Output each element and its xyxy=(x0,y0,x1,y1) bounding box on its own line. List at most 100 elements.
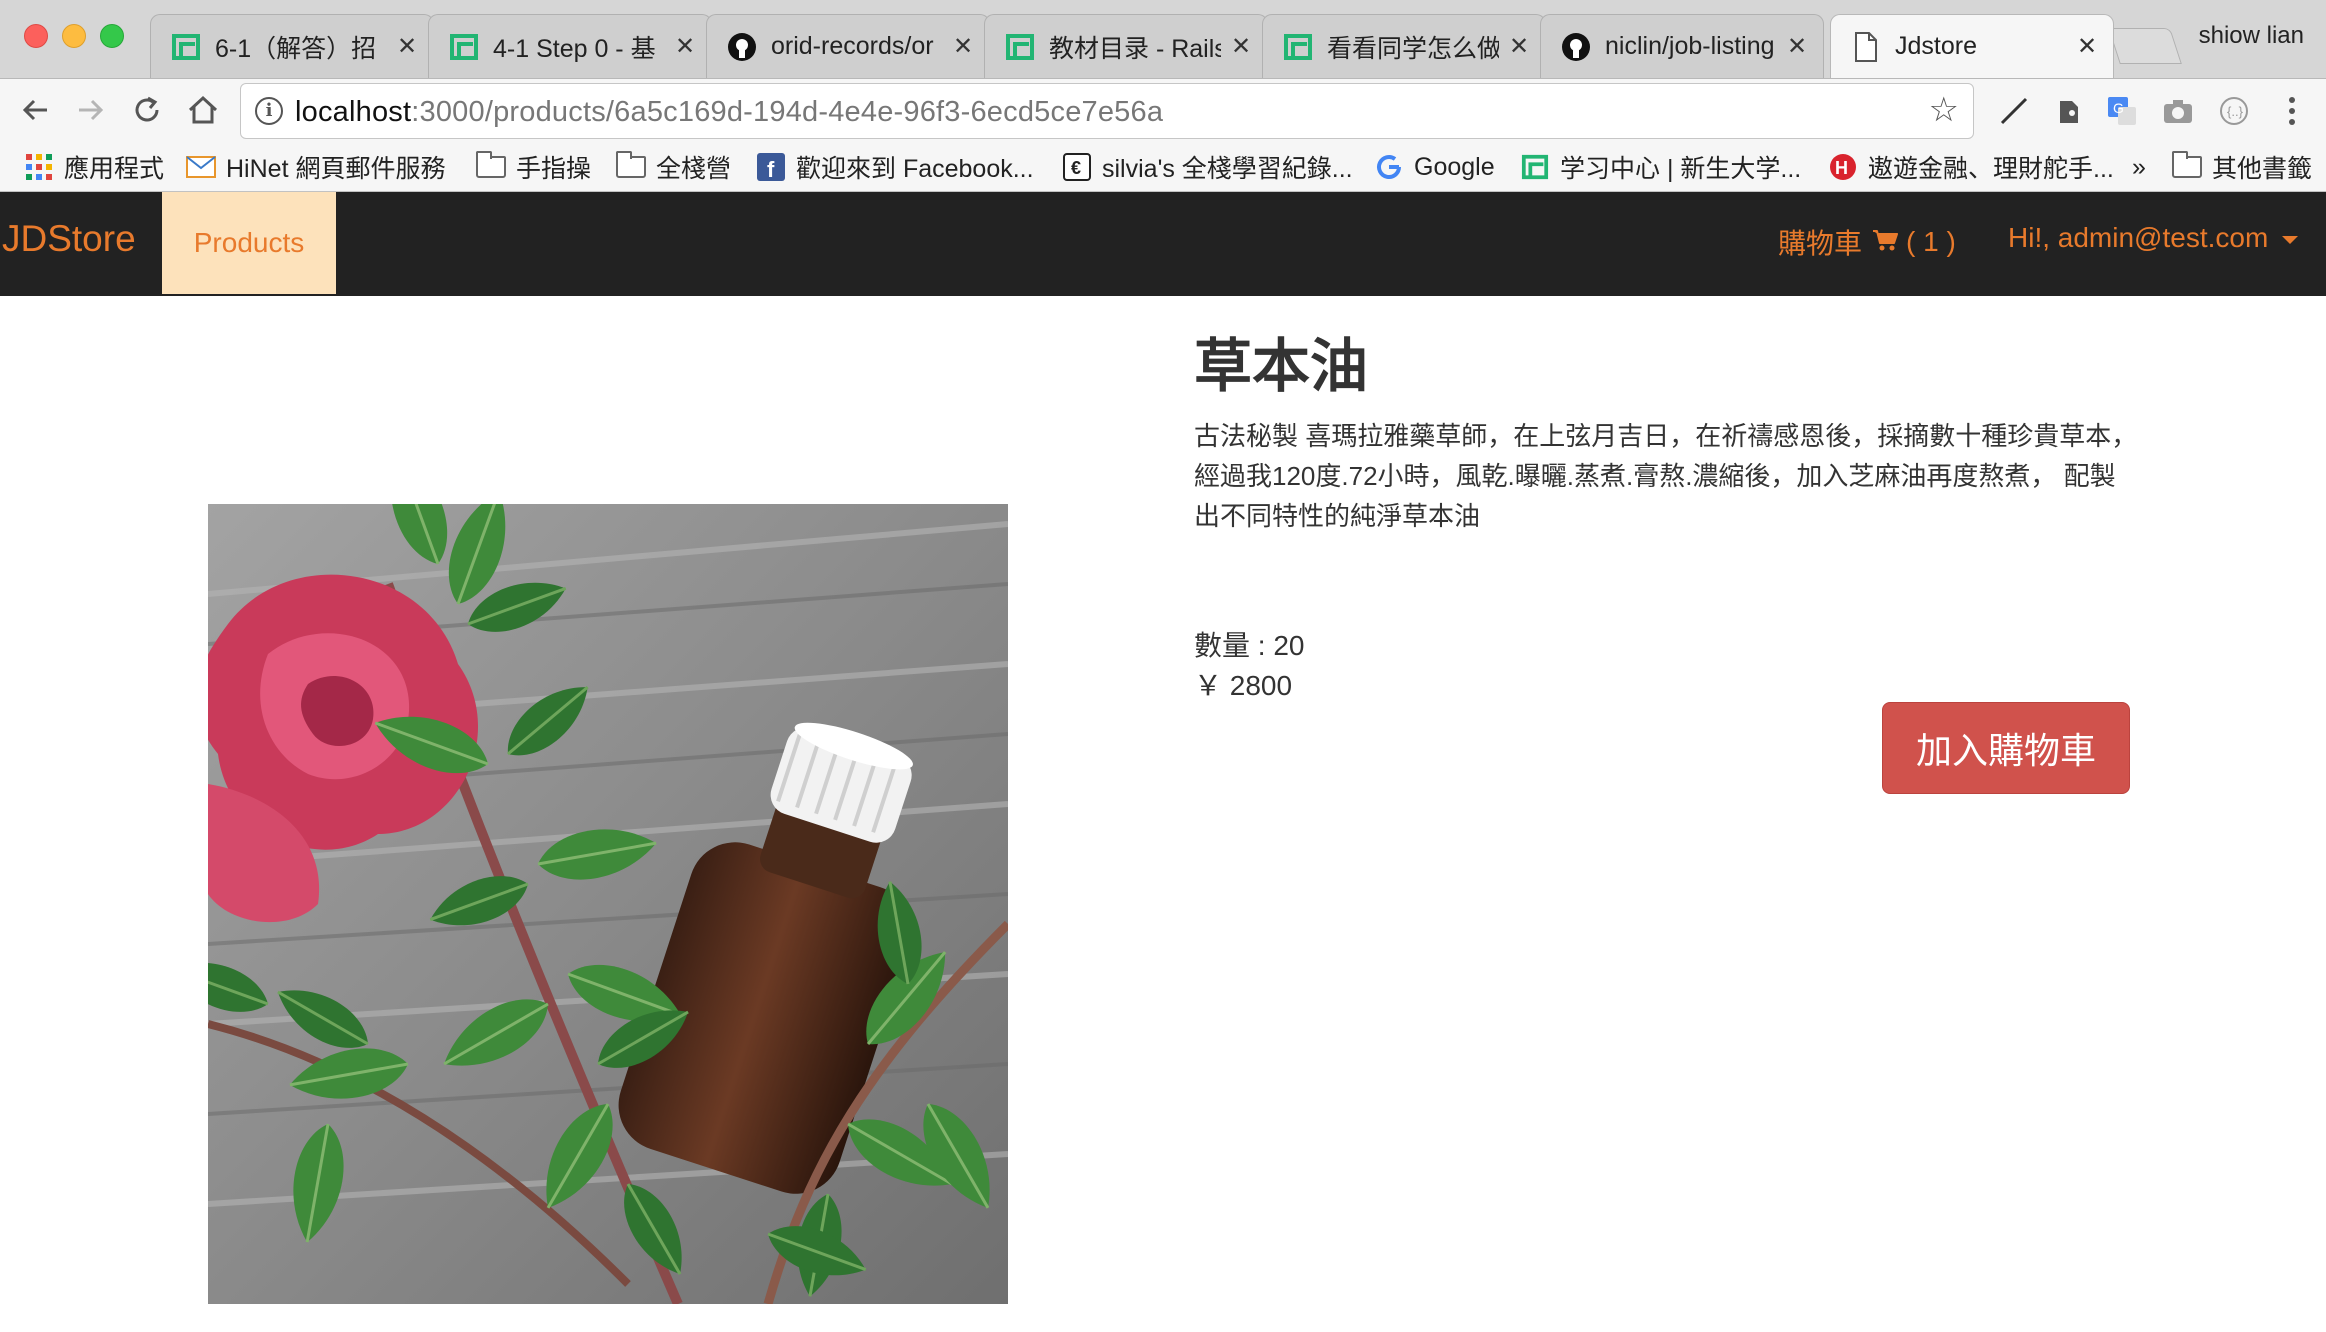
bookmark-label: HiNet 網頁郵件服務 xyxy=(226,155,446,183)
bookmark-folder[interactable]: 手指操 xyxy=(476,147,591,187)
browser-tab[interactable]: orid-records/or ✕ xyxy=(706,14,990,78)
google-icon xyxy=(1374,152,1404,182)
user-menu-dropdown[interactable]: Hi!, admin@test.com xyxy=(2008,222,2299,254)
home-button[interactable] xyxy=(180,87,226,133)
tab-title: orid-records/or xyxy=(771,32,934,60)
bookmark-other[interactable]: 其他書籤 xyxy=(2172,147,2312,187)
tab-title: Jdstore xyxy=(1895,32,1977,60)
bookmark-finance[interactable]: H 遨遊金融、理財舵手... xyxy=(1828,147,2114,187)
cart-label: 購物車 xyxy=(1778,228,1863,259)
profile-name[interactable]: shiow lian xyxy=(2199,22,2304,50)
site-navbar: JDStore Products 購物車 ( 1 ) Hi!, admin@te… xyxy=(0,192,2326,296)
bookmark-label: Google xyxy=(1414,152,1495,181)
reload-button[interactable] xyxy=(124,87,170,133)
new-tab-button[interactable] xyxy=(2108,28,2182,64)
close-tab-icon[interactable]: ✕ xyxy=(2073,32,2101,61)
browser-tab[interactable]: 4-1 Step 0 - 基 ✕ xyxy=(428,14,712,78)
tab-title: 看看同学怎么做 xyxy=(1327,34,1499,63)
bookmark-facebook[interactable]: f 歡迎來到 Facebook... xyxy=(756,147,1034,187)
bookmark-label: 全棧營 xyxy=(656,155,732,183)
xinsheng-icon xyxy=(449,32,479,62)
bookmark-google[interactable]: Google xyxy=(1374,147,1495,187)
bookmark-hinet[interactable]: HiNet 網頁郵件服務 xyxy=(186,147,445,187)
cart-count: ( 1 ) xyxy=(1906,226,1956,257)
folder-icon xyxy=(616,151,646,182)
tab-title: 教材目录 - Rails xyxy=(1049,34,1221,63)
product-description: 古法秘製 喜瑪拉雅藥草師，在上弦月吉日，在祈禱感恩後，採摘數十種珍貴草本， 經過… xyxy=(1194,421,2138,531)
add-to-cart-button[interactable]: 加入購物車 xyxy=(1882,702,2130,794)
github-icon xyxy=(1561,32,1591,62)
browser-tab[interactable]: 看看同学怎么做 ✕ xyxy=(1262,14,1546,78)
close-tab-icon[interactable]: ✕ xyxy=(1783,32,1811,61)
browser-toolbar: i localhost:3000/products/6a5c169d-194d-… xyxy=(0,78,2326,142)
close-tab-icon[interactable]: ✕ xyxy=(671,32,699,61)
xinsheng-icon xyxy=(1520,152,1550,182)
svg-text:G: G xyxy=(2113,100,2124,116)
reload-icon xyxy=(135,96,159,122)
page-icon xyxy=(1851,31,1881,62)
bookmark-label: 應用程式 xyxy=(64,155,165,183)
xinsheng-icon xyxy=(1283,32,1313,62)
xinsheng-icon xyxy=(171,32,201,62)
nav-products-link[interactable]: Products xyxy=(162,192,336,294)
evernote-icon[interactable] xyxy=(2048,91,2088,131)
browser-tabstrip: 6-1（解答）招 ✕ 4-1 Step 0 - 基 ✕ orid-records… xyxy=(0,0,2326,78)
product-info: 草本油 古法秘製 喜瑪拉雅藥草師，在上弦月吉日，在祈禱感恩後，採摘數十種珍貴草本… xyxy=(1194,330,2154,536)
svg-text:€: € xyxy=(1071,158,1081,178)
shopping-cart-icon xyxy=(1872,226,1899,258)
product-quantity: 數量 : 20 xyxy=(1194,630,1305,661)
facebook-icon: f xyxy=(756,152,786,182)
zoom-window-button[interactable] xyxy=(100,24,124,48)
folder-icon xyxy=(476,151,506,182)
browser-tab[interactable]: 教材目录 - Rails ✕ xyxy=(984,14,1268,78)
bookmark-apps[interactable]: 應用程式 xyxy=(24,147,164,187)
info-icon[interactable]: i xyxy=(255,97,283,125)
close-tab-icon[interactable]: ✕ xyxy=(949,32,977,61)
bookmark-label: 遨遊金融、理財舵手... xyxy=(1868,155,2114,183)
tab-title: niclin/job-listing xyxy=(1605,32,1775,60)
address-bar[interactable]: i localhost:3000/products/6a5c169d-194d-… xyxy=(240,83,1974,139)
close-tab-icon[interactable]: ✕ xyxy=(1227,32,1255,61)
bookmark-label: 其他書籤 xyxy=(2212,155,2313,183)
finance-icon: H xyxy=(1828,152,1858,182)
pen-extension-icon[interactable] xyxy=(1994,91,2034,131)
bookmark-folder[interactable]: 全棧營 xyxy=(616,147,731,187)
cart-link[interactable]: 購物車 ( 1 ) xyxy=(1778,222,1956,262)
bookmarks-overflow-button[interactable]: » xyxy=(2132,147,2146,187)
bookmark-label: silvia's 全棧學習紀錄... xyxy=(1102,155,1353,183)
svg-text:H: H xyxy=(1835,158,1848,178)
close-window-button[interactable] xyxy=(24,24,48,48)
svg-text:f: f xyxy=(767,157,775,181)
brand-logo-link[interactable]: JDStore xyxy=(2,218,136,260)
browser-tab[interactable]: 6-1（解答）招 ✕ xyxy=(150,14,434,78)
url-text[interactable]: localhost:3000/products/6a5c169d-194d-4e… xyxy=(295,96,1163,129)
tab-title: 6-1（解答）招 xyxy=(215,34,377,63)
folder-icon xyxy=(2172,151,2202,182)
bookmark-star-icon[interactable]: ☆ xyxy=(1929,90,1959,130)
user-greeting: Hi!, admin@test.com xyxy=(2008,222,2269,253)
github-icon xyxy=(727,32,757,62)
minimize-window-button[interactable] xyxy=(62,24,86,48)
extension-circle-icon[interactable]: {..} xyxy=(2214,91,2254,131)
product-price: ￥ 2800 xyxy=(1194,670,1293,701)
browser-tab[interactable]: niclin/job-listing ✕ xyxy=(1540,14,1824,78)
product-image xyxy=(208,504,1008,1304)
bookmark-xinsheng[interactable]: 学习中心 | 新生大学... xyxy=(1520,147,1801,187)
bookmark-silvia[interactable]: € silvia's 全棧學習紀錄... xyxy=(1062,147,1353,187)
close-tab-icon[interactable]: ✕ xyxy=(1505,32,1533,61)
back-button[interactable] xyxy=(12,87,58,133)
forward-button[interactable] xyxy=(68,87,114,133)
translate-icon[interactable]: G xyxy=(2102,91,2142,131)
menu-dots-icon[interactable] xyxy=(2272,91,2312,131)
bookmark-label: 歡迎來到 Facebook... xyxy=(796,155,1034,183)
browser-tab-active[interactable]: Jdstore ✕ xyxy=(1830,14,2114,78)
close-tab-icon[interactable]: ✕ xyxy=(393,32,421,61)
tab-title: 4-1 Step 0 - 基 xyxy=(493,34,656,63)
svg-text:{..}: {..} xyxy=(2227,104,2244,119)
xinsheng-icon xyxy=(1005,32,1035,62)
bookmarks-bar: 應用程式 HiNet 網頁郵件服務 手指操 全棧營 f 歡迎來到 Faceboo… xyxy=(0,142,2326,192)
camera-icon[interactable] xyxy=(2158,91,2198,131)
product-title: 草本油 xyxy=(1194,334,1369,399)
bookmark-label: 学习中心 | 新生大学... xyxy=(1560,155,1802,183)
bookmark-label: 手指操 xyxy=(516,155,592,183)
